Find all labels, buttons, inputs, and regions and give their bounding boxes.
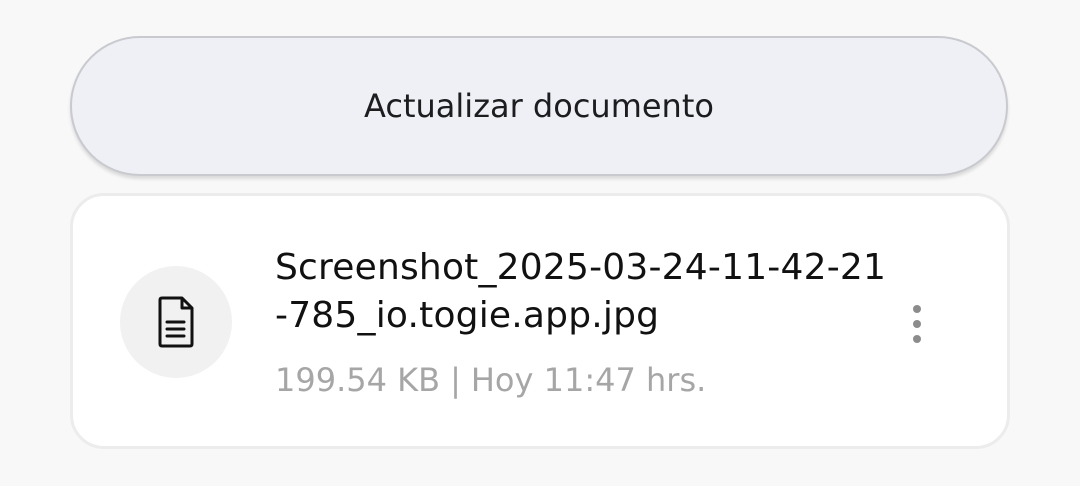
- update-document-label: Actualizar documento: [364, 87, 714, 125]
- file-name: Screenshot_2025-03-24-11-42-21-785_io.to…: [275, 247, 887, 336]
- file-meta: 199.54 KB | Hoy 11:47 hrs.: [275, 356, 706, 404]
- document-icon: [120, 266, 232, 378]
- more-vertical-icon: [913, 305, 921, 313]
- file-card[interactable]: Screenshot_2025-03-24-11-42-21-785_io.to…: [70, 193, 1010, 449]
- update-document-button[interactable]: Actualizar documento: [70, 36, 1008, 176]
- more-vertical-icon-dot: [913, 335, 921, 343]
- more-vertical-icon-dot: [913, 320, 921, 328]
- more-options-button[interactable]: [889, 292, 945, 356]
- meta-separator: |: [450, 361, 461, 399]
- file-timestamp: Hoy 11:47 hrs.: [470, 361, 707, 399]
- file-size: 199.54 KB: [275, 361, 441, 399]
